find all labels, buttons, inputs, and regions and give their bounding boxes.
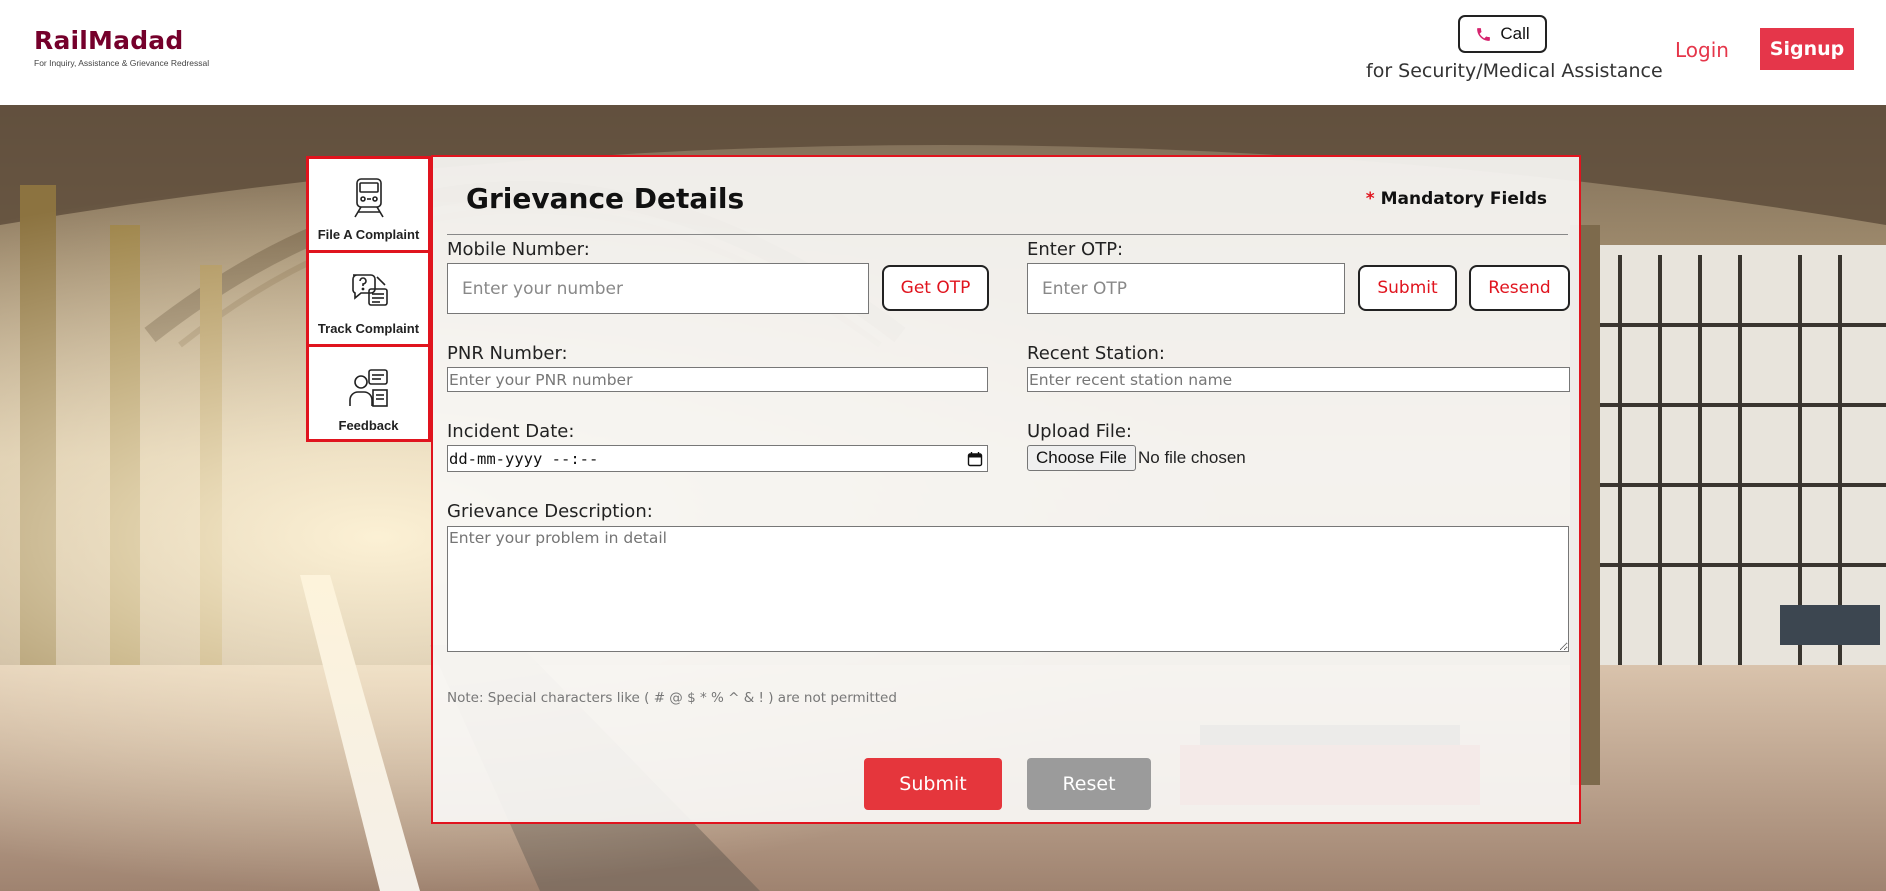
get-otp-button[interactable]: Get OTP bbox=[882, 265, 989, 311]
otp-submit-button[interactable]: Submit bbox=[1358, 265, 1457, 311]
upload-file-label: Upload File: bbox=[1027, 421, 1132, 442]
side-item-label: Track Complaint bbox=[317, 321, 420, 336]
top-header: RailMadad For Inquiry, Assistance & Grie… bbox=[0, 0, 1886, 105]
side-item-feedback[interactable]: Feedback bbox=[309, 347, 428, 441]
call-button[interactable]: Call bbox=[1458, 15, 1547, 53]
pnr-number-input[interactable] bbox=[447, 367, 988, 392]
mobile-number-input[interactable] bbox=[447, 263, 869, 314]
side-item-label: File A Complaint bbox=[317, 227, 420, 242]
recent-station-label: Recent Station: bbox=[1027, 343, 1165, 364]
mandatory-fields-note: * Mandatory Fields bbox=[1366, 189, 1547, 209]
otp-label: Enter OTP: bbox=[1027, 239, 1124, 260]
mandatory-star: * bbox=[1365, 189, 1375, 209]
side-item-file-complaint[interactable]: File A Complaint bbox=[309, 159, 428, 253]
phone-icon bbox=[1477, 27, 1491, 41]
mobile-number-label: Mobile Number: bbox=[447, 239, 590, 260]
call-label: Call bbox=[1500, 24, 1530, 43]
title-divider bbox=[447, 234, 1568, 235]
mandatory-text: Mandatory Fields bbox=[1380, 189, 1547, 209]
incident-date-value: dd-mm-yyyy --:-- bbox=[449, 449, 599, 468]
otp-resend-button[interactable]: Resend bbox=[1469, 265, 1570, 311]
submit-button[interactable]: Submit bbox=[864, 758, 1002, 810]
side-item-track-complaint[interactable]: Track Complaint bbox=[309, 253, 428, 347]
feedback-person-icon bbox=[348, 369, 388, 407]
otp-input[interactable] bbox=[1027, 263, 1345, 314]
incident-date-input[interactable]: dd-mm-yyyy --:-- bbox=[447, 445, 988, 472]
call-caption: for Security/Medical Assistance bbox=[1366, 60, 1663, 82]
choose-file-button[interactable]: Choose File bbox=[1027, 445, 1136, 471]
train-icon bbox=[353, 178, 384, 218]
file-status-text: No file chosen bbox=[1138, 448, 1246, 467]
calendar-icon[interactable] bbox=[967, 451, 983, 467]
pnr-number-label: PNR Number: bbox=[447, 343, 568, 364]
grievance-form-panel: Grievance Details * Mandatory Fields Mob… bbox=[431, 155, 1581, 824]
recent-station-input[interactable] bbox=[1027, 367, 1570, 392]
incident-date-label: Incident Date: bbox=[447, 421, 575, 442]
grievance-description-textarea[interactable] bbox=[447, 526, 1569, 652]
railmadad-logo[interactable]: RailMadad For Inquiry, Assistance & Grie… bbox=[34, 26, 234, 68]
signup-button[interactable]: Signup bbox=[1760, 28, 1854, 70]
logo-title: RailMadad bbox=[34, 26, 184, 55]
special-characters-note: Note: Special characters like ( # @ $ * … bbox=[447, 690, 897, 706]
complaint-tracking-icon bbox=[351, 274, 388, 306]
login-link[interactable]: Login bbox=[1675, 38, 1729, 62]
reset-button[interactable]: Reset bbox=[1027, 758, 1151, 810]
form-title: Grievance Details bbox=[466, 182, 745, 215]
logo-tagline: For Inquiry, Assistance & Grievance Redr… bbox=[34, 58, 210, 68]
grievance-description-label: Grievance Description: bbox=[447, 501, 653, 522]
side-item-label: Feedback bbox=[338, 418, 399, 433]
side-menu: File A Complaint Track Complaint Feedbac… bbox=[306, 156, 431, 442]
